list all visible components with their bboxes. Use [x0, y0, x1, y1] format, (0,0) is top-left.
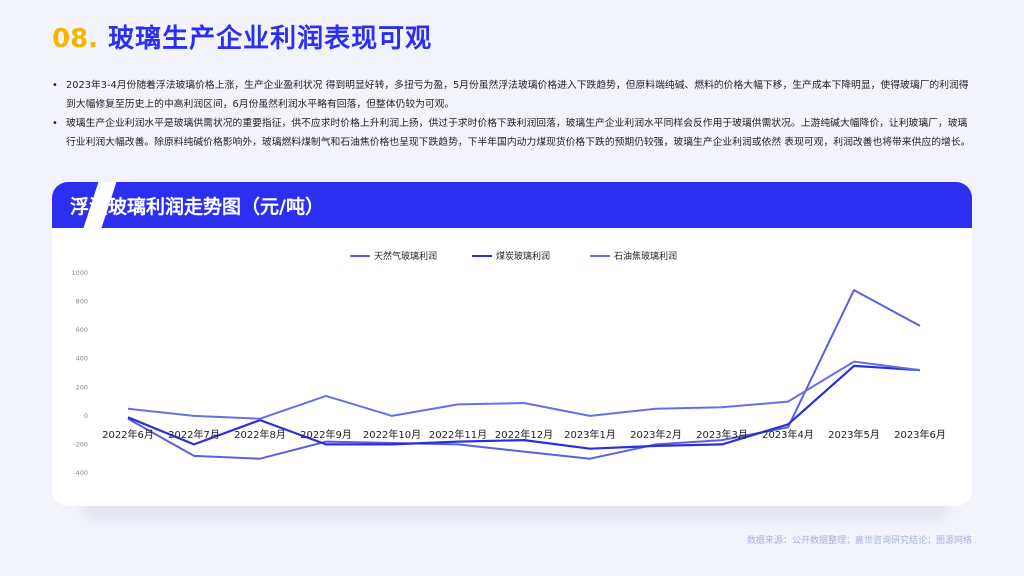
x-tick-label: 2022年7月: [168, 428, 220, 441]
y-tick-label: 600: [76, 326, 88, 334]
x-tick-label: 2022年9月: [300, 428, 352, 441]
legend-label: 天然气玻璃利润: [374, 250, 437, 262]
bullet-marker: •: [52, 80, 58, 91]
bullet-text: 2023年3-4月份随着浮法玻璃价格上涨，生产企业盈利状况 得到明显好转，多扭亏…: [66, 80, 969, 110]
x-tick-label: 2022年10月: [363, 428, 421, 441]
bullet-marker: •: [52, 118, 58, 129]
x-tick-label: 2022年12月: [495, 428, 553, 441]
bullet-item: • 2023年3-4月份随着浮法玻璃价格上涨，生产企业盈利状况 得到明显好转，多…: [52, 76, 972, 114]
bullet-item: • 玻璃生产企业利润水平是玻璃供需状况的重要指征，供不应求时价格上升利润上扬，供…: [52, 114, 972, 152]
y-tick-label: 0: [84, 412, 88, 420]
x-tick-label: 2023年4月: [762, 428, 814, 441]
x-tick-label: 2023年3月: [696, 428, 748, 441]
x-tick-label: 2023年5月: [828, 428, 880, 441]
source-note: 数据来源：公开数据整理；嘉世咨询研究结论；图源网络: [746, 536, 972, 546]
x-tick-label: 2022年11月: [429, 428, 487, 441]
y-tick-label: -400: [73, 469, 88, 477]
card-header: 浮法玻璃利润走势图（元/吨）: [52, 182, 972, 238]
line-chart: 1000 800 600 400 200 0 -200 -400 2022年6月 2022年7月 2…: [71, 250, 946, 477]
y-tick-label: 200: [76, 383, 88, 391]
section-number: 08.: [52, 24, 99, 54]
y-tick-label: 800: [76, 298, 88, 306]
x-tick-label: 2023年1月: [564, 428, 616, 441]
section-title: 玻璃生产企业利润表现可观: [108, 24, 433, 54]
y-tick-label: -200: [73, 440, 88, 448]
x-tick-label: 2023年6月: [894, 428, 946, 441]
x-tick-label: 2022年8月: [234, 428, 286, 441]
series-line-3: [127, 360, 921, 420]
bullet-text: 玻璃生产企业利润水平是玻璃供需状况的重要指征，供不应求时价格上升利润上扬，供过于…: [66, 118, 971, 148]
legend-label: 石油焦玻璃利润: [614, 250, 677, 262]
page-title: 08. 玻璃生产企业利润表现可观: [52, 18, 432, 55]
y-tick-label: 1000: [71, 269, 88, 277]
legend-label: 煤炭玻璃利润: [496, 250, 550, 262]
x-tick-label: 2023年2月: [630, 428, 682, 441]
chart-card: 浮法玻璃利润走势图（元/吨） 1000 800 600 400 200 0 -200 -400…: [52, 182, 972, 506]
y-tick-label: 400: [76, 355, 88, 363]
x-tick-label: 2022年6月: [102, 428, 154, 441]
bullet-list: • 2023年3-4月份随着浮法玻璃价格上涨，生产企业盈利状况 得到明显好转，多…: [52, 76, 972, 152]
